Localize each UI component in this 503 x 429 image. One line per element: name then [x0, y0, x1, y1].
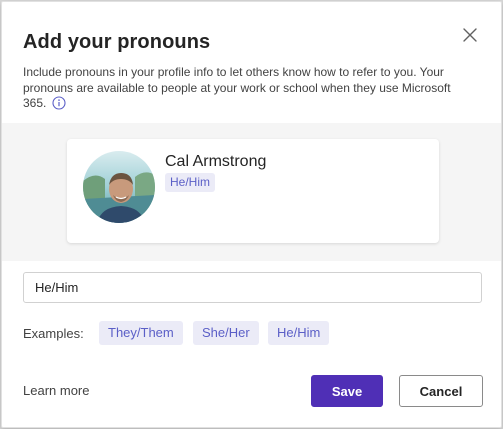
- info-icon[interactable]: [52, 96, 66, 110]
- avatar: [83, 151, 155, 223]
- examples-label: Examples:: [23, 326, 84, 341]
- dialog-description: Include pronouns in your profile info to…: [23, 65, 463, 112]
- profile-preview-area: Cal Armstrong He/Him: [2, 123, 501, 261]
- example-chip-they-them[interactable]: They/Them: [99, 321, 183, 345]
- close-button[interactable]: [458, 23, 482, 47]
- learn-more-link[interactable]: Learn more: [23, 383, 89, 398]
- pronouns-input[interactable]: [23, 272, 482, 303]
- profile-pronoun-badge: He/Him: [165, 173, 216, 192]
- example-chip-she-her[interactable]: She/Her: [193, 321, 259, 345]
- close-icon: [463, 28, 477, 42]
- profile-card: Cal Armstrong He/Him: [67, 139, 439, 243]
- cancel-button[interactable]: Cancel: [399, 375, 483, 407]
- example-chip-he-him[interactable]: He/Him: [268, 321, 330, 345]
- description-text: Include pronouns in your profile info to…: [23, 65, 451, 110]
- profile-name: Cal Armstrong: [165, 153, 267, 170]
- save-button[interactable]: Save: [311, 375, 383, 407]
- dialog-title: Add your pronouns: [23, 31, 211, 53]
- add-pronouns-dialog: Add your pronouns Include pronouns in yo…: [1, 1, 502, 428]
